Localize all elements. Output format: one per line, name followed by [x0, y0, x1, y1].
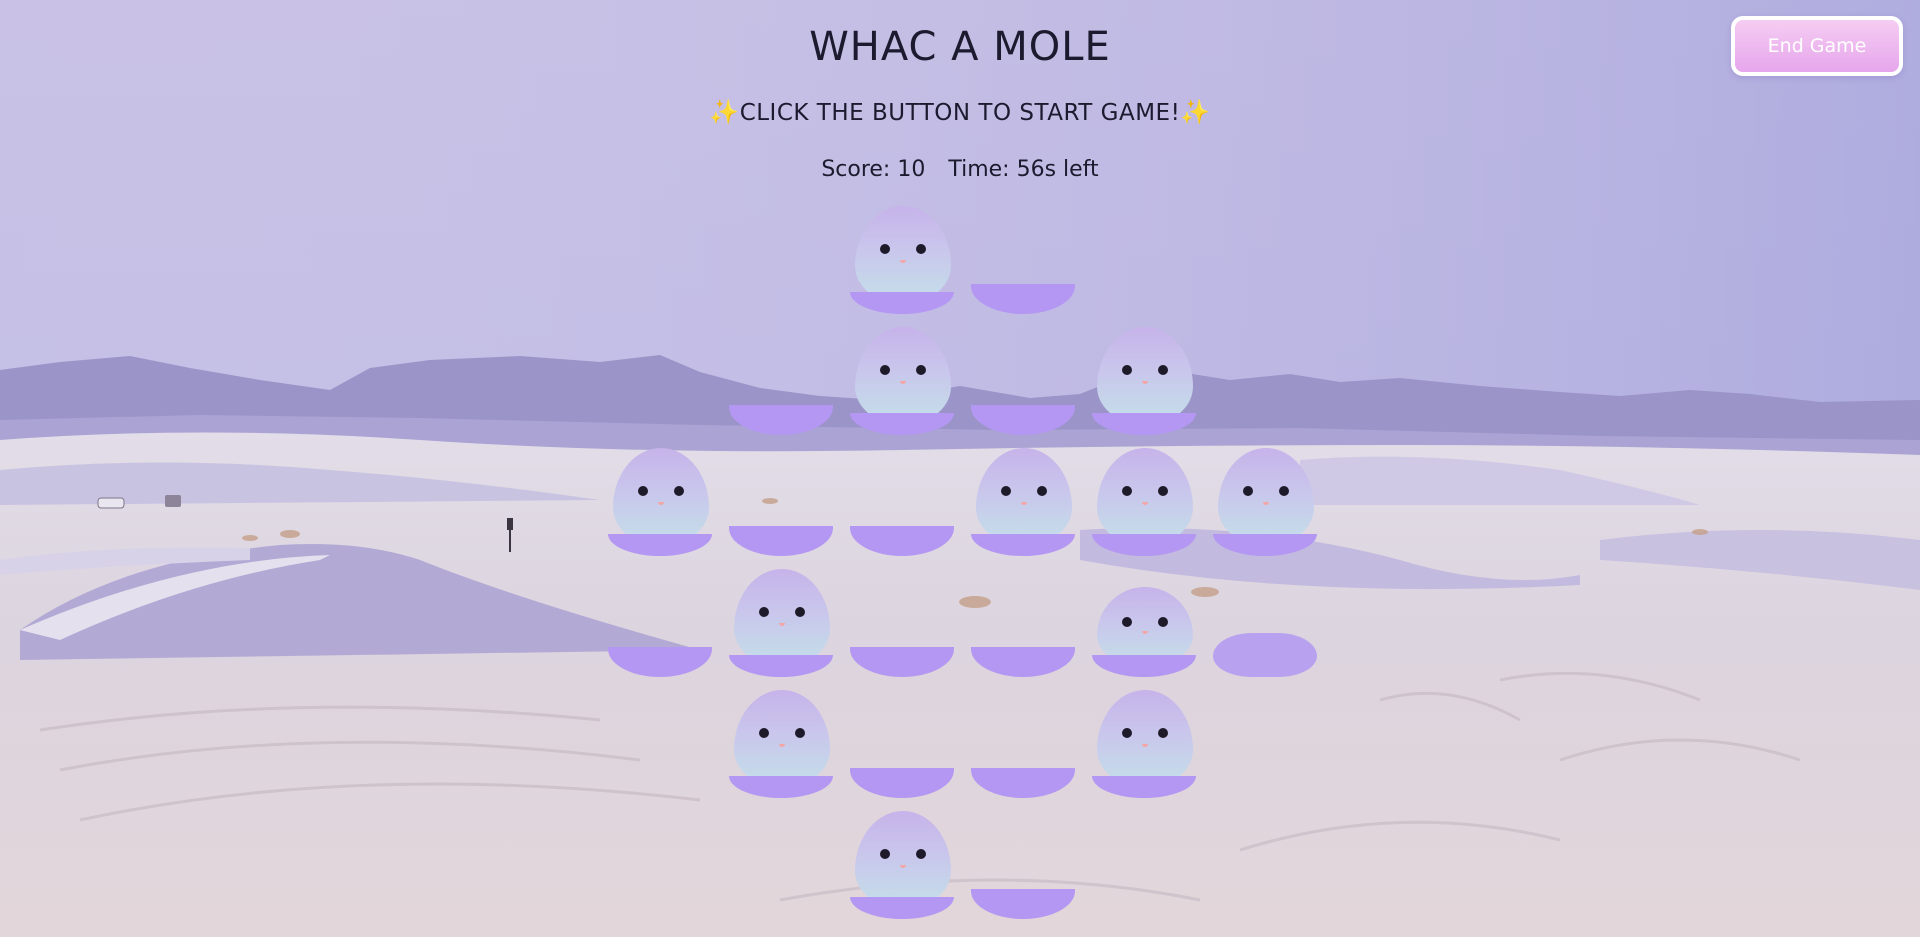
- mole-eye: [795, 607, 805, 617]
- mole-hole[interactable]: [969, 325, 1079, 435]
- mole-nose: [900, 865, 906, 868]
- mole-hole-occupied[interactable]: [1211, 446, 1321, 556]
- mole[interactable]: [1097, 327, 1193, 423]
- hole-rim: [850, 647, 954, 677]
- mole-eye: [638, 486, 648, 496]
- mole-nose: [1142, 502, 1148, 505]
- mole-eye: [1122, 617, 1132, 627]
- hole-rim: [971, 647, 1075, 677]
- hole-rim: [971, 534, 1075, 556]
- mole-hole[interactable]: [848, 688, 958, 798]
- mole-nose: [1142, 744, 1148, 747]
- mole-hole-occupied[interactable]: [848, 204, 958, 314]
- mole[interactable]: [734, 690, 830, 786]
- hole-rim: [971, 405, 1075, 435]
- hole-rim: [850, 413, 954, 435]
- game-board: [0, 0, 1920, 937]
- hole-rim: [729, 405, 833, 435]
- mole-hole-occupied[interactable]: [727, 688, 837, 798]
- mole-emerging: [1213, 633, 1317, 677]
- mole-hole-occupied[interactable]: [1090, 688, 1200, 798]
- mole-hole[interactable]: [969, 567, 1079, 677]
- mole-nose: [1021, 502, 1027, 505]
- mole-eye: [1158, 365, 1168, 375]
- mole[interactable]: [855, 811, 951, 907]
- mole-nose: [1142, 381, 1148, 384]
- mole[interactable]: [1097, 587, 1193, 665]
- mole-nose: [1142, 631, 1148, 634]
- mole-hole-occupied[interactable]: [1090, 567, 1200, 677]
- mole-eye: [1158, 728, 1168, 738]
- mole[interactable]: [1097, 448, 1193, 544]
- hole-rim: [850, 768, 954, 798]
- mole-hole[interactable]: [969, 809, 1079, 919]
- mole-nose: [1263, 502, 1269, 505]
- hole-rim: [729, 526, 833, 556]
- mole-hole[interactable]: [848, 446, 958, 556]
- mole[interactable]: [855, 206, 951, 302]
- hole-rim: [1092, 534, 1196, 556]
- hole-rim: [1092, 655, 1196, 677]
- hole-rim: [729, 655, 833, 677]
- mole-hole[interactable]: [969, 688, 1079, 798]
- hole-rim: [850, 292, 954, 314]
- mole-hole[interactable]: [848, 567, 958, 677]
- mole-eye: [1279, 486, 1289, 496]
- hole-rim: [608, 534, 712, 556]
- mole-eye: [880, 849, 890, 859]
- mole-nose: [779, 744, 785, 747]
- hole-rim: [971, 284, 1075, 314]
- hole-rim: [729, 776, 833, 798]
- mole-eye: [1122, 365, 1132, 375]
- mole-eye: [759, 607, 769, 617]
- mole-hole-occupied[interactable]: [606, 446, 716, 556]
- mole[interactable]: [976, 448, 1072, 544]
- mole-nose: [900, 381, 906, 384]
- mole-hole[interactable]: [606, 567, 716, 677]
- mole-nose: [900, 260, 906, 263]
- mole[interactable]: [613, 448, 709, 544]
- mole-hole[interactable]: [1211, 567, 1321, 677]
- mole-eye: [674, 486, 684, 496]
- mole-eye: [1243, 486, 1253, 496]
- mole-eye: [759, 728, 769, 738]
- mole-hole-occupied[interactable]: [969, 446, 1079, 556]
- mole-eye: [1158, 486, 1168, 496]
- mole[interactable]: [1218, 448, 1314, 544]
- hole-rim: [850, 526, 954, 556]
- mole-hole[interactable]: [727, 325, 837, 435]
- mole-eye: [916, 244, 926, 254]
- mole-eye: [1158, 617, 1168, 627]
- hole-rim: [971, 889, 1075, 919]
- mole-hole[interactable]: [969, 204, 1079, 314]
- mole-hole-occupied[interactable]: [1090, 325, 1200, 435]
- mole[interactable]: [855, 327, 951, 423]
- mole-eye: [1122, 486, 1132, 496]
- mole-hole-occupied[interactable]: [1090, 446, 1200, 556]
- mole-eye: [795, 728, 805, 738]
- mole-hole-occupied[interactable]: [848, 325, 958, 435]
- mole-nose: [779, 623, 785, 626]
- hole-rim: [1213, 534, 1317, 556]
- mole[interactable]: [734, 569, 830, 665]
- mole-eye: [880, 365, 890, 375]
- mole-eye: [916, 365, 926, 375]
- mole[interactable]: [1097, 690, 1193, 786]
- hole-rim: [971, 768, 1075, 798]
- mole-hole-occupied[interactable]: [848, 809, 958, 919]
- mole-eye: [916, 849, 926, 859]
- mole-hole-occupied[interactable]: [727, 567, 837, 677]
- mole-eye: [1122, 728, 1132, 738]
- mole-eye: [1037, 486, 1047, 496]
- mole-eye: [880, 244, 890, 254]
- mole-hole[interactable]: [727, 446, 837, 556]
- hole-rim: [608, 647, 712, 677]
- hole-rim: [850, 897, 954, 919]
- hole-rim: [1092, 413, 1196, 435]
- mole-nose: [658, 502, 664, 505]
- mole-eye: [1001, 486, 1011, 496]
- hole-rim: [1092, 776, 1196, 798]
